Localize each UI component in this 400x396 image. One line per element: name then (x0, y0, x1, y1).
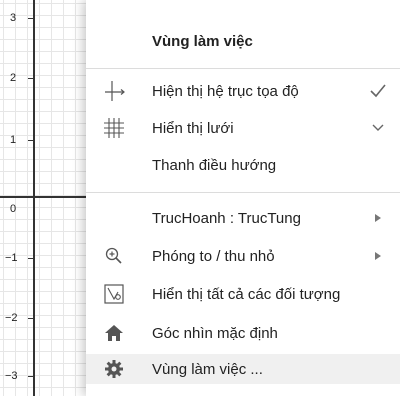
y-tick-label: −3 (5, 370, 18, 382)
menu-item-default-view[interactable]: Góc nhìn mặc định (86, 318, 400, 348)
menu-item-label: Hiện thị hệ trục tọa độ (152, 83, 299, 100)
menu-separator (86, 192, 400, 193)
menu-item-show-grid[interactable]: Hiển thị lưới (86, 113, 400, 143)
menu-item-label: Phóng to / thu nhỏ (152, 248, 275, 265)
y-tick-label: 3 (10, 12, 17, 24)
show-all-objects-icon (102, 282, 126, 306)
menu-title: Vùng làm việc (152, 33, 253, 50)
menu-item-navigation-bar[interactable]: Thanh điều hướng (86, 150, 400, 180)
grid-icon (102, 116, 126, 140)
menu-item-zoom[interactable]: Phóng to / thu nhỏ (86, 241, 400, 271)
menu-item-label: Góc nhìn mặc định (152, 325, 278, 342)
home-icon (102, 321, 126, 345)
menu-item-graphics-settings[interactable]: Vùng làm việc ... (86, 354, 400, 384)
y-tick-label: −1 (5, 252, 18, 264)
y-tick-label: 1 (10, 134, 17, 146)
y-tick-mark (28, 18, 33, 19)
menu-separator (86, 68, 400, 69)
menu-item-show-axes[interactable]: Hiện thị hệ trục tọa độ (86, 76, 400, 106)
gear-icon (102, 357, 126, 381)
origin-label: 0 (10, 203, 17, 215)
menu-item-label: Hiển thị tất cả các đối tượng (152, 286, 341, 303)
y-tick-mark (28, 376, 33, 377)
menu-item-label: TrucHoanh : TrucTung (152, 210, 301, 227)
menu-item-label: Thanh điều hướng (152, 157, 277, 174)
chevron-down-icon[interactable] (368, 118, 388, 138)
y-axis (33, 0, 35, 396)
menu-item-label: Hiển thị lưới (152, 120, 234, 137)
submenu-arrow-icon (368, 246, 388, 266)
zoom-icon (102, 244, 126, 268)
axes-icon (102, 79, 126, 103)
menu-item-axis-ratio[interactable]: TrucHoanh : TrucTung (86, 203, 400, 233)
menu-item-show-all-objects[interactable]: Hiển thị tất cả các đối tượng (86, 279, 400, 309)
checkmark-icon (368, 81, 388, 101)
y-tick-mark (28, 78, 33, 79)
context-menu: Vùng làm việc Hiện thị hệ trục tọa độ Hi… (86, 0, 400, 396)
y-tick-label: 2 (10, 72, 17, 84)
y-tick-mark (28, 318, 33, 319)
menu-item-label: Vùng làm việc ... (152, 361, 263, 378)
y-tick-mark (28, 140, 33, 141)
submenu-arrow-icon (368, 208, 388, 228)
y-tick-mark (28, 258, 33, 259)
y-tick-label: −2 (5, 312, 18, 324)
